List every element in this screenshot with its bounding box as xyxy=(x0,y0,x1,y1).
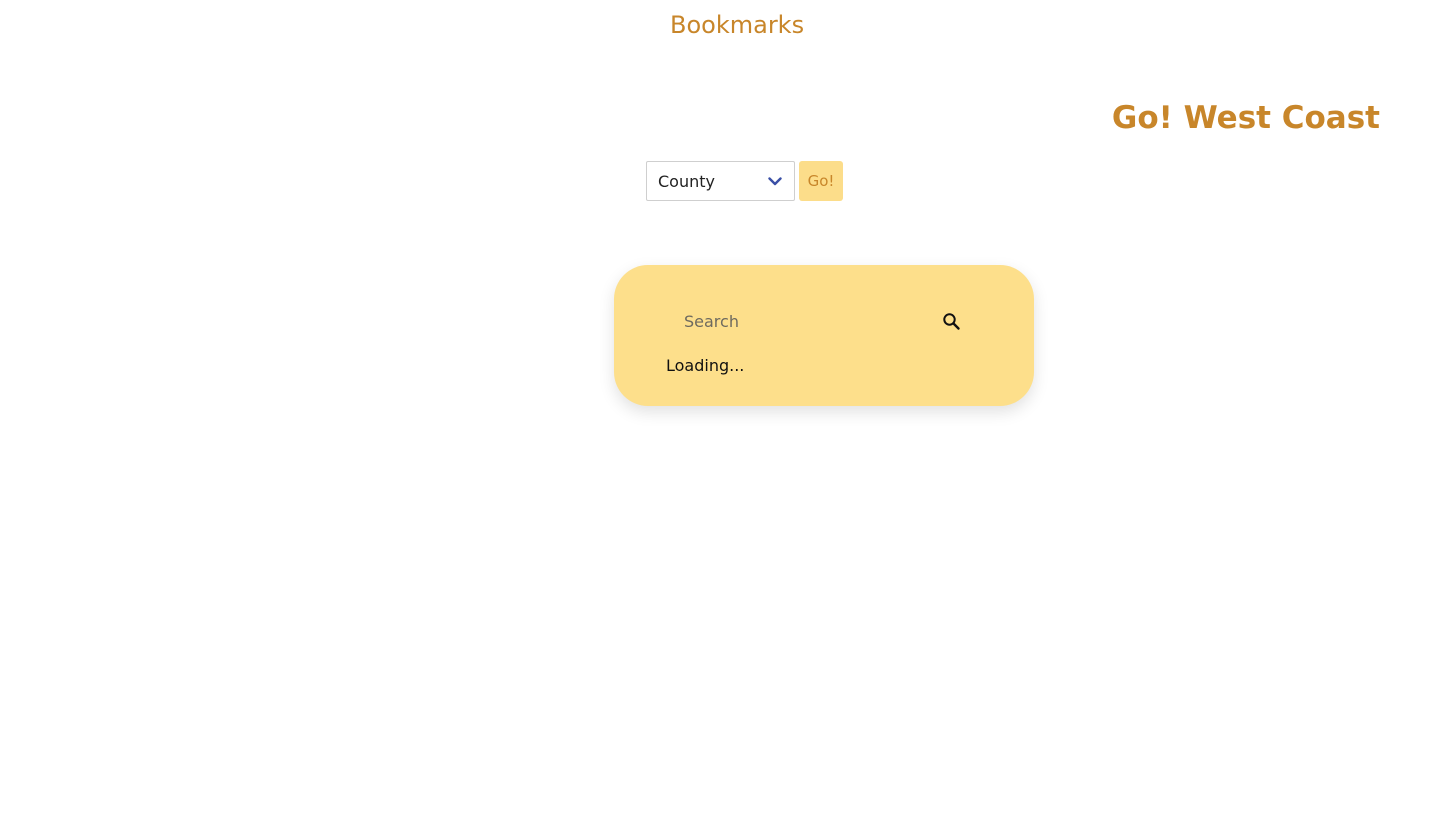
bookmarks-link[interactable]: Bookmarks xyxy=(670,11,804,39)
go-button[interactable]: Go! xyxy=(799,161,843,201)
county-select[interactable]: County xyxy=(646,161,795,201)
search-input[interactable] xyxy=(678,305,920,337)
loading-status: Loading... xyxy=(666,356,745,375)
county-select-value: County xyxy=(658,171,715,191)
brand-title: Go! West Coast xyxy=(1111,100,1380,136)
page: Bookmarks Go! West Coast County Go! Load… xyxy=(0,0,1439,829)
search-icon[interactable] xyxy=(942,312,962,332)
chevron-down-icon xyxy=(767,173,783,189)
search-card: Loading... xyxy=(614,265,1034,406)
